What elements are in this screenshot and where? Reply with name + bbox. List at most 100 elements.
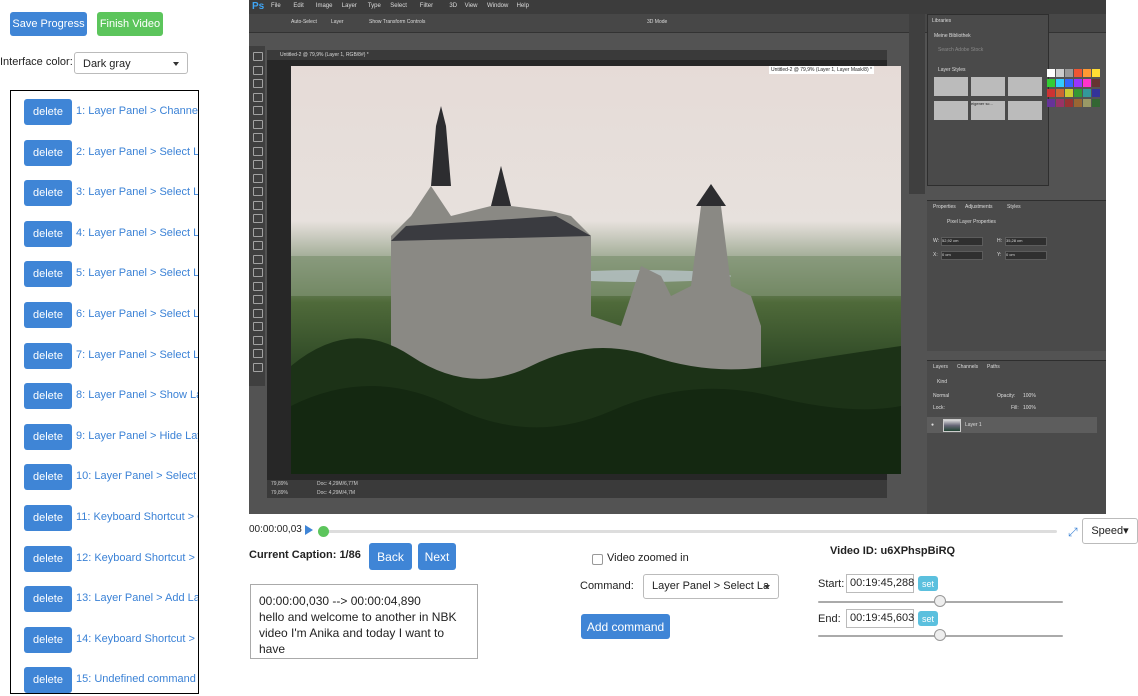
caption-row[interactable]: delete 12: Keyboard Shortcut > C [24, 545, 198, 572]
video-zoomed-label: Video zoomed in [607, 552, 689, 564]
ps-swatches [1047, 57, 1102, 132]
delete-button[interactable]: delete [24, 383, 72, 410]
add-command-button[interactable]: Add command [581, 614, 670, 639]
caption-link[interactable]: 9: Layer Panel > Hide Laye [76, 430, 198, 442]
ps-layers-tab: Channels [957, 364, 979, 370]
caption-link[interactable]: 11: Keyboard Shortcut > C [76, 511, 198, 523]
caption-list[interactable]: delete 1: Layer Panel > Channels delete 2: … [10, 90, 199, 694]
caption-row[interactable]: delete 8: Layer Panel > Show Lay [24, 383, 198, 410]
caption-link[interactable]: 3: Layer Panel > Select Lay [76, 186, 198, 198]
ps-stock-search: Search Adobe Stock [938, 47, 984, 53]
ps-document-tab: Untitled-2 @ 79,9% (Layer 1, RGB/8#) * [267, 50, 887, 60]
video-id: Video ID: u6XPhspBiRQ [830, 545, 956, 557]
caption-row[interactable]: delete 7: Layer Panel > Select Lay [24, 342, 198, 369]
caption-row[interactable]: delete 11: Keyboard Shortcut > C [24, 505, 198, 531]
caption-row[interactable]: delete 13: Layer Panel > Add Lay [24, 586, 198, 613]
next-button[interactable]: Next [418, 543, 456, 570]
set-start-button[interactable]: set [918, 576, 938, 591]
ps-menu-item: Edit [293, 3, 304, 9]
delete-button[interactable]: delete [24, 220, 72, 247]
caption-row[interactable]: delete 2: Layer Panel > Select Lay [24, 139, 198, 166]
caption-text[interactable]: 00:00:00,030 --> 00:00:04,890 hello and … [250, 584, 478, 659]
speed-dropdown[interactable]: Speed▾ [1082, 518, 1138, 544]
play-icon[interactable] [305, 525, 313, 535]
ps-tool-icon [253, 268, 263, 277]
caption-link[interactable]: 7: Layer Panel > Select Lay [76, 349, 198, 361]
caption-row[interactable]: delete 3: Layer Panel > Select Lay [24, 180, 198, 207]
interface-color-label: Interface color: [0, 56, 73, 68]
caption-link[interactable]: 12: Keyboard Shortcut > C [76, 552, 198, 564]
ps-tool-icon [253, 160, 263, 169]
caption-link[interactable]: 15: Undefined command [76, 673, 196, 685]
delete-button[interactable]: delete [24, 667, 72, 693]
ps-prop-y: 0 cm [1005, 251, 1047, 260]
caption-row[interactable]: delete 1: Layer Panel > Channels [24, 99, 198, 125]
delete-button[interactable]: delete [24, 99, 72, 125]
caption-link[interactable]: 10: Layer Panel > Select La [76, 470, 198, 482]
ps-canvas-area [267, 60, 901, 498]
delete-button[interactable]: delete [24, 505, 72, 531]
delete-button[interactable]: delete [24, 464, 72, 491]
caption-link[interactable]: 4: Layer Panel > Select Lay [76, 227, 198, 239]
delete-button[interactable]: delete [24, 139, 72, 166]
caption-link[interactable]: 6: Layer Panel > Select Lay [76, 308, 198, 320]
delete-button[interactable]: delete [24, 180, 72, 207]
ps-prop-h-label: H: [997, 238, 1002, 244]
ps-style-thumb [934, 77, 968, 96]
delete-button[interactable]: delete [24, 261, 72, 288]
caption-link[interactable]: 1: Layer Panel > Channels [76, 105, 198, 117]
caption-link[interactable]: 14: Keyboard Shortcut > C [76, 633, 198, 645]
caption-row[interactable]: delete 5: Layer Panel > Select Lay [24, 261, 198, 288]
ps-tool-icon [253, 65, 263, 75]
caption-row[interactable]: delete 15: Undefined command [24, 667, 198, 693]
ps-status-zoom: 79,89% [271, 481, 288, 487]
end-time-input[interactable]: 00:19:45,603 [846, 609, 914, 628]
ps-style-thumb [971, 77, 1005, 96]
back-button[interactable]: Back [369, 543, 412, 570]
ps-menu-item: Window [487, 3, 509, 9]
ps-swatch [1065, 99, 1073, 107]
ps-swatch [1056, 79, 1064, 87]
delete-button[interactable]: delete [24, 586, 72, 613]
caption-row[interactable]: delete 14: Keyboard Shortcut > C [24, 626, 198, 653]
finish-video-button[interactable]: Finish Video [97, 12, 163, 36]
delete-button[interactable]: delete [24, 342, 72, 369]
caption-row[interactable]: delete 4: Layer Panel > Select Lay [24, 220, 198, 247]
start-time-input[interactable]: 00:19:45,288 [846, 574, 914, 593]
ps-menu-item: Filter [419, 3, 434, 9]
caption-link[interactable]: 13: Layer Panel > Add Lay [76, 592, 198, 604]
speed-label: Speed [1091, 525, 1124, 537]
caption-row[interactable]: delete 9: Layer Panel > Hide Laye [24, 423, 198, 450]
interface-color-select[interactable]: Dark gray [74, 52, 188, 74]
ps-style-thumb [1008, 77, 1042, 96]
ps-blend-mode: Normal [933, 393, 950, 399]
ps-layer-option: Layer [331, 19, 344, 25]
command-select[interactable]: Layer Panel > Select La [643, 574, 779, 599]
caption-row[interactable]: delete 6: Layer Panel > Select Lay [24, 302, 198, 328]
ps-fill: 100% [1023, 405, 1036, 411]
progress-handle[interactable] [318, 526, 329, 537]
delete-button[interactable]: delete [24, 626, 72, 653]
save-progress-button[interactable]: Save Progress [10, 12, 87, 36]
set-end-button[interactable]: set [918, 611, 938, 626]
expand-icon[interactable]: ⤢ [1068, 525, 1078, 540]
ps-prop-tab: Adjustments [965, 204, 993, 210]
ps-status-zoom: 79,89% [271, 490, 288, 496]
caption-row[interactable]: delete 10: Layer Panel > Select La [24, 464, 198, 491]
delete-button[interactable]: delete [24, 302, 72, 328]
castle-image [291, 66, 901, 474]
ps-tool-icon [253, 79, 263, 88]
video-zoomed-checkbox[interactable] [592, 554, 603, 565]
progress-track[interactable] [322, 530, 1057, 533]
start-slider-handle[interactable] [934, 595, 946, 607]
ps-tool-icon [253, 92, 263, 102]
video-frame[interactable]: Ps File Edit Image Layer Type Select Filter 3D V… [249, 0, 1106, 514]
caption-link[interactable]: 2: Layer Panel > Select Lay [76, 146, 198, 158]
delete-button[interactable]: delete [24, 423, 72, 450]
ps-swatch [1047, 69, 1055, 77]
caption-link[interactable]: 5: Layer Panel > Select Lay [76, 267, 198, 279]
ps-kind-filter: Kind [937, 379, 948, 385]
caption-link[interactable]: 8: Layer Panel > Show Lay [76, 389, 198, 401]
end-slider-handle[interactable] [934, 629, 946, 641]
delete-button[interactable]: delete [24, 545, 72, 572]
